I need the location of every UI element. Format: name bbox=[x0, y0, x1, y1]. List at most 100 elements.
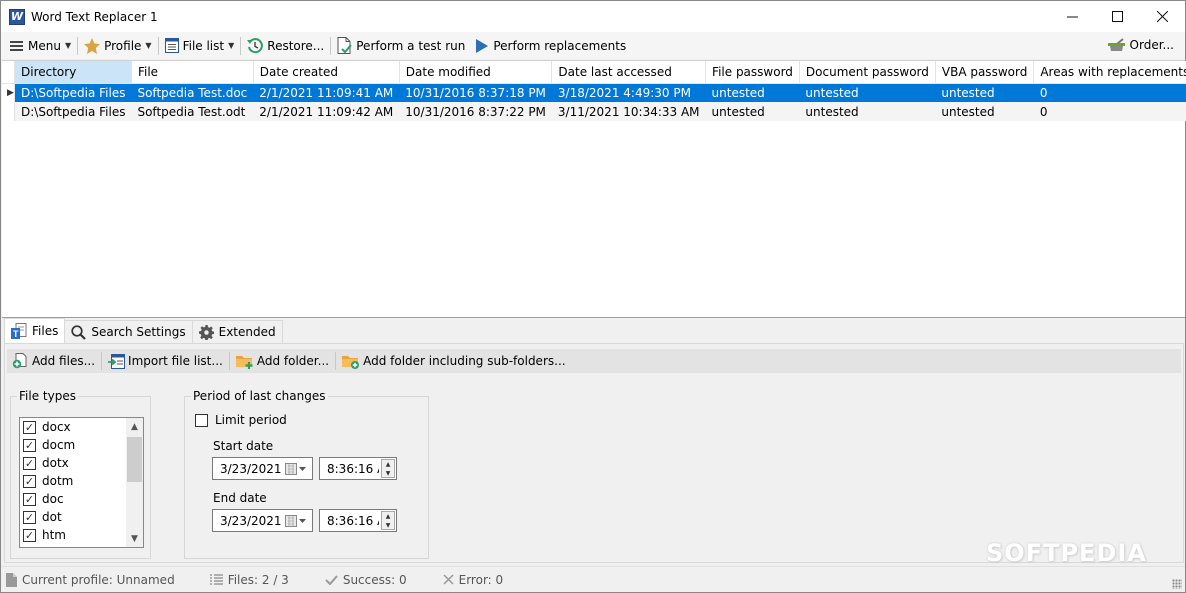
add-folder-button[interactable]: Add folder... bbox=[233, 350, 332, 372]
shopping-basket-icon bbox=[1107, 38, 1126, 52]
order-label: Order... bbox=[1129, 38, 1174, 52]
scrollbar-thumb[interactable] bbox=[127, 437, 142, 482]
table-row[interactable]: D:\Softpedia Files Softpedia Test.odt 2/… bbox=[2, 102, 1186, 121]
file-list-button[interactable]: File list ▼ bbox=[162, 35, 238, 57]
file-type-label: htm bbox=[42, 528, 66, 542]
menu-label: Menu bbox=[28, 38, 61, 53]
add-folder-subfolders-button[interactable]: Add folder including sub-folders... bbox=[339, 350, 569, 372]
start-date-value: 3/23/2021 bbox=[220, 461, 282, 476]
limit-period-checkbox[interactable] bbox=[195, 413, 208, 427]
restore-button[interactable]: Restore... bbox=[244, 35, 327, 57]
calendar-dropdown-icon[interactable] bbox=[285, 463, 307, 475]
cell-document-password: untested bbox=[799, 83, 936, 102]
file-list-icon bbox=[164, 38, 179, 53]
file-types-scrollbar[interactable]: ▲ ▼ bbox=[126, 418, 143, 547]
toolbar-separator bbox=[240, 36, 242, 55]
tab-files[interactable]: T Files bbox=[4, 318, 66, 343]
perform-replacements-label: Perform replacements bbox=[493, 38, 627, 53]
files-toolbar: Add files... Import file list... Add fol… bbox=[7, 349, 1181, 373]
time-spinner[interactable]: ▲ ▼ bbox=[381, 459, 395, 478]
tab-search-settings[interactable]: Search Settings bbox=[64, 320, 193, 343]
start-time-picker[interactable]: 8:36:16 AI ▲▼ bbox=[319, 457, 397, 480]
checkbox-checked[interactable]: ✓ bbox=[23, 492, 36, 506]
menu-button[interactable]: Menu ▼ bbox=[7, 35, 74, 57]
add-files-button[interactable]: Add files... bbox=[9, 350, 98, 372]
file-type-label: dotx bbox=[42, 456, 69, 470]
start-date-picker[interactable]: 3/23/2021 bbox=[212, 457, 313, 480]
file-types-group: File types ✓ docx ✓ docm ✓ dotx ✓ dotm ✓ doc … bbox=[10, 389, 151, 559]
grid-header-row: Directory File Date created Date modifie… bbox=[2, 61, 1186, 84]
row-indicator bbox=[2, 102, 15, 121]
file-type-item[interactable]: ✓ docx bbox=[20, 418, 143, 436]
toolbar-separator bbox=[335, 352, 337, 370]
import-file-list-button[interactable]: Import file list... bbox=[105, 350, 226, 372]
column-header-date-modified[interactable]: Date modified bbox=[399, 61, 553, 84]
cell-document-password: untested bbox=[799, 102, 936, 121]
checkmark-icon bbox=[325, 574, 338, 585]
toolbar-separator bbox=[157, 36, 159, 55]
file-type-label: doc bbox=[42, 492, 64, 506]
checkbox-checked[interactable]: ✓ bbox=[23, 510, 36, 524]
import-list-icon bbox=[108, 353, 126, 369]
row-pointer-icon: ▶ bbox=[2, 83, 15, 102]
svg-text:T: T bbox=[13, 329, 19, 339]
checkbox-checked[interactable]: ✓ bbox=[23, 438, 36, 452]
minimize-button[interactable] bbox=[1050, 1, 1095, 32]
tab-files-label: Files bbox=[32, 324, 59, 338]
file-type-item[interactable]: ✓ htm bbox=[20, 526, 143, 544]
checkbox-checked[interactable]: ✓ bbox=[23, 528, 36, 542]
table-row[interactable]: ▶ D:\Softpedia Files Softpedia Test.doc … bbox=[2, 83, 1186, 102]
cell-date-modified: 10/31/2016 8:37:18 PM bbox=[399, 83, 552, 102]
file-type-item[interactable]: ✓ dotx bbox=[20, 454, 143, 472]
file-types-list[interactable]: ✓ docx ✓ docm ✓ dotx ✓ dotm ✓ doc ✓ dot ✓ htm ▲… bbox=[19, 417, 144, 548]
end-date-picker[interactable]: 3/23/2021 bbox=[212, 509, 313, 532]
column-header-file[interactable]: File bbox=[131, 61, 254, 84]
perform-replacements-button[interactable]: Perform replacements bbox=[472, 35, 629, 57]
cell-vba-password: untested bbox=[935, 83, 1034, 102]
cell-areas-with-replacements: 0 bbox=[1033, 83, 1186, 102]
column-header-file-password[interactable]: File password bbox=[705, 61, 800, 84]
row-indicator-header bbox=[2, 61, 15, 84]
scroll-down-icon[interactable]: ▼ bbox=[126, 530, 143, 547]
calendar-dropdown-icon[interactable] bbox=[285, 515, 307, 527]
softpedia-watermark: SOFTPEDIA bbox=[986, 539, 1147, 567]
close-button[interactable] bbox=[1140, 1, 1185, 32]
column-header-date-last-accessed[interactable]: Date last accessed bbox=[551, 61, 707, 84]
file-type-item[interactable]: ✓ doc bbox=[20, 490, 143, 508]
app-window: W Word Text Replacer 1 Menu ▼ Profile ▼ … bbox=[0, 0, 1186, 593]
toolbar-separator bbox=[101, 352, 103, 370]
status-files-text: Files: 2 / 3 bbox=[227, 572, 289, 587]
period-title: Period of last changes bbox=[191, 389, 328, 403]
file-type-item[interactable]: ✓ dot bbox=[20, 508, 143, 526]
profile-button[interactable]: Profile ▼ bbox=[81, 35, 154, 57]
checkbox-checked[interactable]: ✓ bbox=[23, 456, 36, 470]
scroll-up-icon[interactable]: ▲ bbox=[126, 418, 143, 435]
file-type-item[interactable]: ✓ dotm bbox=[20, 472, 143, 490]
maximize-button[interactable] bbox=[1095, 1, 1140, 32]
start-time-value: 8:36:16 AI bbox=[327, 461, 379, 476]
column-header-date-created[interactable]: Date created bbox=[253, 61, 400, 84]
order-button[interactable]: Order... bbox=[1105, 34, 1177, 56]
column-header-document-password[interactable]: Document password bbox=[799, 61, 936, 84]
time-spinner[interactable]: ▲ ▼ bbox=[381, 511, 395, 530]
file-types-title: File types bbox=[17, 389, 78, 403]
column-header-vba-password[interactable]: VBA password bbox=[935, 61, 1035, 84]
file-type-item[interactable]: ✓ docm bbox=[20, 436, 143, 454]
import-file-list-label: Import file list... bbox=[128, 354, 223, 368]
resize-grip[interactable] bbox=[1172, 579, 1182, 589]
add-folder-label: Add folder... bbox=[256, 354, 330, 368]
star-icon bbox=[84, 37, 101, 54]
checkbox-checked[interactable]: ✓ bbox=[23, 420, 36, 434]
file-grid[interactable]: Directory File Date created Date modifie… bbox=[2, 60, 1186, 318]
checkbox-checked[interactable]: ✓ bbox=[23, 474, 36, 488]
test-run-button[interactable]: Perform a test run bbox=[334, 35, 468, 57]
cell-file: Softpedia Test.odt bbox=[131, 102, 254, 121]
cell-directory: D:\Softpedia Files bbox=[14, 102, 132, 121]
limit-period-control[interactable]: Limit period bbox=[195, 413, 287, 427]
end-time-picker[interactable]: 8:36:16 AI ▲▼ bbox=[319, 509, 397, 532]
column-header-directory[interactable]: Directory bbox=[14, 61, 132, 84]
restore-history-icon bbox=[247, 37, 264, 54]
maximize-icon bbox=[1112, 11, 1123, 22]
column-header-areas-with-replacements[interactable]: Areas with replacements bbox=[1033, 61, 1186, 84]
tab-extended[interactable]: Extended bbox=[191, 320, 283, 343]
